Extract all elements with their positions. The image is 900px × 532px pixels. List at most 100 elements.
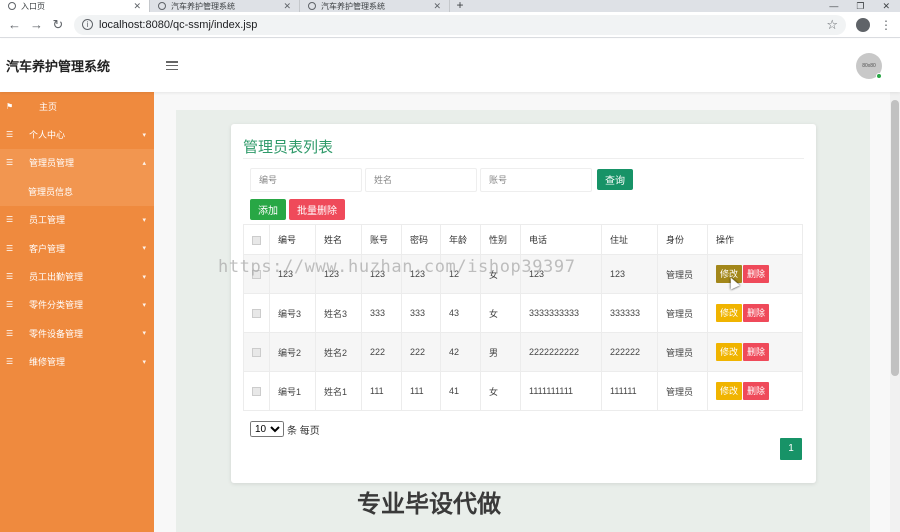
close-icon[interactable]: ✕	[283, 1, 291, 12]
sidebar-item-label: 零件设备管理	[29, 328, 84, 339]
close-icon[interactable]: ✕	[133, 1, 141, 12]
window-controls: — ❐ ✕	[829, 0, 900, 12]
list-icon: ☰	[6, 357, 14, 367]
cell-role: 管理员	[657, 254, 708, 294]
delete-button[interactable]: 删除	[743, 343, 770, 361]
column-header[interactable]: 年龄	[440, 224, 481, 255]
select-all-checkbox[interactable]	[252, 235, 261, 245]
row-checkbox[interactable]	[252, 270, 261, 280]
caret-down-icon: ▾	[142, 301, 146, 309]
column-header[interactable]: 密码	[401, 224, 441, 255]
row-checkbox[interactable]	[252, 387, 261, 397]
maximize-icon[interactable]: ❐	[856, 1, 864, 12]
number-search-input[interactable]	[250, 168, 362, 192]
column-header[interactable]: 身份	[657, 224, 708, 255]
list-icon: ☰	[6, 243, 14, 253]
edit-button[interactable]: 修改	[716, 304, 743, 322]
cell-actions: 修改 删除	[707, 332, 803, 372]
sidebar-item-label: 客户管理	[29, 243, 66, 254]
row-checkbox[interactable]	[252, 348, 261, 358]
info-icon[interactable]: i	[82, 19, 93, 30]
sidebar-item-attendance-management[interactable]: ☰ 员工出勤管理 ▾	[0, 262, 154, 290]
sidebar-item-part-equipment-management[interactable]: ☰ 零件设备管理 ▾	[0, 319, 154, 347]
name-search-input[interactable]	[365, 168, 477, 192]
sidebar-item-admin-management[interactable]: ☰ 管理员管理 ▴	[0, 148, 154, 178]
list-icon: ☰	[6, 130, 14, 140]
tab-title: 入口页	[21, 1, 45, 11]
cell-name: 123	[315, 254, 362, 294]
reload-icon[interactable]: ↻	[52, 17, 64, 33]
cell-phone: 1111111111	[520, 371, 602, 411]
delete-button[interactable]: 删除	[743, 265, 770, 283]
cell-phone: 2222222222	[520, 332, 602, 372]
cell-account: 123	[361, 254, 402, 294]
column-header[interactable]: 电话	[520, 224, 602, 255]
query-button[interactable]: 查询	[597, 169, 633, 190]
scrollbar-thumb[interactable]	[891, 100, 899, 376]
row-checkbox[interactable]	[252, 309, 261, 319]
list-icon: ☰	[6, 158, 14, 168]
app-title: 汽车养护管理系统	[6, 59, 111, 74]
page-size-control: 10 条 每页	[250, 421, 320, 437]
page-number-button[interactable]: 1	[780, 438, 802, 460]
page-size-select[interactable]: 10	[250, 421, 284, 437]
more-menu-icon[interactable]: ⋮	[880, 18, 892, 32]
sidebar-subitem-admin-info[interactable]: 管理员信息	[0, 177, 154, 206]
row-select-cell	[243, 332, 270, 372]
new-tab-button[interactable]: +	[450, 0, 470, 12]
cell-number: 编号2	[269, 332, 316, 372]
hamburger-menu-icon[interactable]	[166, 61, 178, 70]
caret-down-icon: ▾	[142, 245, 146, 253]
caret-down-icon: ▾	[142, 273, 146, 281]
column-header[interactable]: 住址	[601, 224, 658, 255]
cell-password: 222	[401, 332, 441, 372]
column-header[interactable]: 编号	[269, 224, 316, 255]
cell-address: 111111	[601, 371, 658, 411]
row-select-cell	[243, 254, 270, 294]
address-bar[interactable]: i localhost:8080/qc-ssmj/index.jsp ☆	[74, 14, 846, 35]
cell-age: 12	[440, 254, 481, 294]
table-header-row: 编号 姓名 账号 密码 年龄 性别 电话 住址 身份 操作	[243, 224, 803, 255]
row-select-cell	[243, 293, 270, 333]
cell-number: 编号1	[269, 371, 316, 411]
list-icon: ☰	[6, 215, 14, 225]
sidebar-item-repair-management[interactable]: ☰ 维修管理 ▾	[0, 348, 154, 376]
table-row: 编号2 姓名2 222 222 42 男 2222222222 222222 管…	[243, 332, 803, 372]
url-text[interactable]: localhost:8080/qc-ssmj/index.jsp	[99, 19, 820, 31]
edit-button[interactable]: 修改	[716, 343, 743, 361]
edit-button[interactable]: 修改	[716, 382, 743, 400]
globe-icon	[158, 2, 166, 10]
sidebar-item-personal-center[interactable]: ☰ 个人中心 ▾	[0, 120, 154, 148]
sidebar-item-employee-management[interactable]: ☰ 员工管理 ▾	[0, 206, 154, 234]
browser-tab[interactable]: 汽车养护管理系统 ✕	[300, 0, 450, 12]
table-row: 123 123 123 123 12 女 123 123 管理员 修改 删除	[243, 254, 803, 294]
batch-delete-button[interactable]: 批量删除	[289, 199, 345, 220]
sidebar-item-label: 个人中心	[29, 130, 66, 141]
back-icon[interactable]: ←	[8, 17, 21, 32]
profile-icon[interactable]	[856, 17, 870, 32]
list-icon: ☰	[6, 328, 14, 338]
bookmark-star-icon[interactable]: ☆	[826, 17, 838, 33]
globe-icon	[308, 2, 316, 10]
column-header[interactable]: 性别	[480, 224, 521, 255]
sidebar-item-home[interactable]: ⚑ 主页	[0, 92, 154, 120]
close-icon[interactable]: ✕	[433, 1, 441, 12]
delete-button[interactable]: 删除	[743, 382, 770, 400]
list-icon: ☰	[6, 272, 14, 282]
sidebar-item-part-category-management[interactable]: ☰ 零件分类管理 ▾	[0, 291, 154, 319]
account-search-input[interactable]	[480, 168, 592, 192]
cell-phone: 123	[520, 254, 602, 294]
browser-tab[interactable]: 入口页 ✕	[0, 0, 150, 12]
cell-account: 111	[361, 371, 402, 411]
browser-tab[interactable]: 汽车养护管理系统 ✕	[150, 0, 300, 12]
forward-icon[interactable]: →	[30, 17, 43, 32]
cell-address: 123	[601, 254, 658, 294]
add-button[interactable]: 添加	[250, 199, 286, 220]
overlay-caption: 专业毕设代做	[357, 490, 501, 518]
minimize-icon[interactable]: —	[829, 1, 838, 11]
column-header[interactable]: 账号	[361, 224, 402, 255]
delete-button[interactable]: 删除	[743, 304, 770, 322]
column-header[interactable]: 姓名	[315, 224, 362, 255]
close-window-icon[interactable]: ✕	[882, 1, 890, 12]
sidebar-item-customer-management[interactable]: ☰ 客户管理 ▾	[0, 234, 154, 262]
